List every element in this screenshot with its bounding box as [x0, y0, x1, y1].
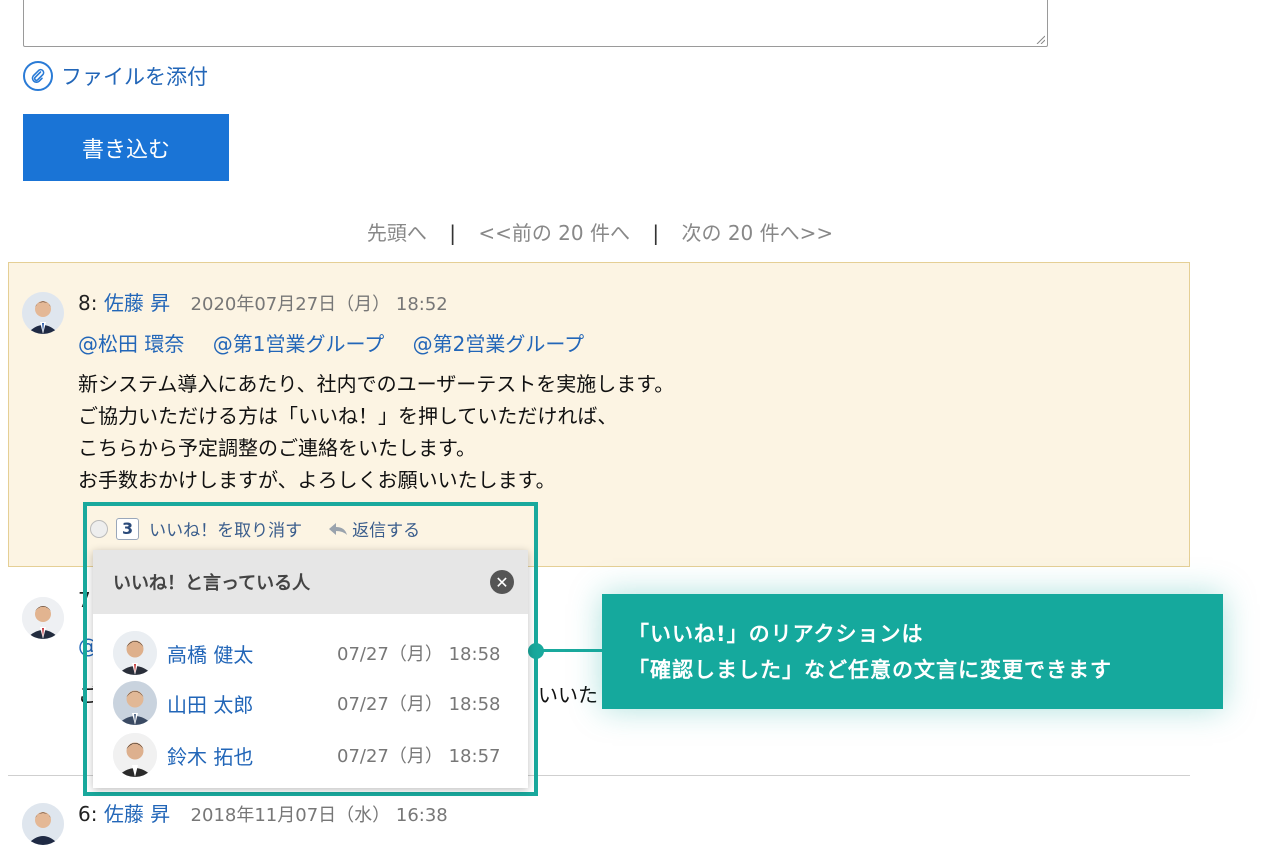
- liker-time: 07/27（月） 18:58: [337, 694, 501, 715]
- liker-name-link[interactable]: 高橋 健太: [167, 639, 327, 668]
- author-link[interactable]: 佐藤 昇: [104, 802, 170, 826]
- avatar[interactable]: [22, 597, 64, 639]
- callout-line: 「確認しました」など任意の文言に変更できます: [628, 658, 1112, 682]
- pager-next-link[interactable]: 次の 20 件へ>>: [681, 221, 833, 245]
- post-date: 2018年11月07日（水） 16:38: [190, 805, 448, 826]
- avatar[interactable]: [22, 803, 64, 845]
- pager-separator: |: [449, 221, 456, 245]
- likes-highlight-frame: 3 いいね！を取り消す 返信する いいね！と言っている人 ✕ 高橋 健太 07/…: [83, 502, 538, 796]
- liker-item: 山田 太郎 07/27（月） 18:58: [113, 680, 523, 726]
- close-icon[interactable]: ✕: [490, 570, 514, 594]
- reply-label: 返信する: [352, 521, 421, 541]
- paperclip-icon: [23, 61, 53, 91]
- liker-item: 鈴木 拓也 07/27（月） 18:57: [113, 732, 523, 778]
- submit-button[interactable]: 書き込む: [23, 114, 229, 181]
- liker-name-link[interactable]: 鈴木 拓也: [167, 741, 327, 770]
- callout-line: 「いいね!」のリアクションは: [628, 622, 924, 646]
- likes-popup-header: いいね！と言っている人 ✕: [93, 550, 528, 614]
- pagination: 先頭へ | <<前の 20 件へ | 次の 20 件へ>>: [0, 217, 1200, 246]
- avatar[interactable]: [113, 681, 157, 725]
- resize-grip-icon[interactable]: [1035, 34, 1045, 44]
- attach-file-link[interactable]: ファイルを添付: [23, 61, 208, 91]
- reply-arrow-icon: [329, 522, 348, 535]
- liker-item: 高橋 健太 07/27（月） 18:58: [113, 630, 523, 676]
- post-date: 2020年07月27日（月） 18:52: [190, 294, 448, 315]
- mention-link[interactable]: @第2営業グループ: [413, 332, 585, 356]
- feature-callout: 「いいね!」のリアクションは 「確認しました」など任意の文言に変更できます: [602, 594, 1223, 709]
- avatar[interactable]: [113, 733, 157, 777]
- unlike-link[interactable]: いいね！を取り消す: [149, 516, 302, 541]
- avatar[interactable]: [113, 631, 157, 675]
- pager-prev-link[interactable]: <<前の 20 件へ: [478, 221, 630, 245]
- post-number: 6:: [78, 802, 98, 826]
- pager-first-link[interactable]: 先頭へ: [367, 221, 427, 245]
- liker-name-link[interactable]: 山田 太郎: [167, 689, 327, 718]
- post-body: 新システム導入にあたり、社内でのユーザーテストを実施します。 ご協力いただける方…: [78, 368, 674, 496]
- post-header: 8: 佐藤 昇 2020年07月27日（月） 18:52: [78, 287, 448, 316]
- callout-connector: [536, 649, 606, 652]
- smile-icon: [90, 519, 108, 538]
- mentions: @松田 環奈 @第1営業グループ @第2営業グループ: [78, 328, 606, 357]
- author-link[interactable]: 佐藤 昇: [104, 291, 170, 315]
- post-body-line: 新システム導入にあたり、社内でのユーザーテストを実施します。: [78, 372, 675, 396]
- comment-textarea[interactable]: [23, 0, 1048, 47]
- mention-link[interactable]: @松田 環奈: [78, 332, 184, 356]
- attach-file-label: ファイルを添付: [61, 65, 208, 89]
- liker-time: 07/27（月） 18:57: [337, 746, 501, 767]
- post-body-line: いいた: [538, 683, 598, 707]
- likes-popup: いいね！と言っている人 ✕ 高橋 健太 07/27（月） 18:58 山田 太郎…: [93, 550, 528, 788]
- reply-link[interactable]: 返信する: [328, 516, 420, 541]
- post-body-line: ご協力いただける方は「いいね！」を押していただければ、: [78, 404, 618, 428]
- mention-link[interactable]: @第1営業グループ: [213, 332, 385, 356]
- likes-popup-title: いいね！と言っている人: [113, 573, 311, 594]
- post-body-line: お手数おかけしますが、よろしくお願いいたします。: [78, 468, 556, 492]
- like-count-badge[interactable]: 3: [116, 517, 140, 540]
- post-header: 6: 佐藤 昇 2018年11月07日（水） 16:38: [78, 798, 448, 827]
- post-number: 8:: [78, 291, 98, 315]
- reaction-row: 3 いいね！を取り消す 返信する: [90, 516, 420, 541]
- liker-time: 07/27（月） 18:58: [337, 644, 501, 665]
- pager-separator: |: [652, 221, 660, 245]
- avatar[interactable]: [22, 292, 64, 334]
- post-body-line: こちらから予定調整のご連絡をいたします。: [78, 436, 476, 460]
